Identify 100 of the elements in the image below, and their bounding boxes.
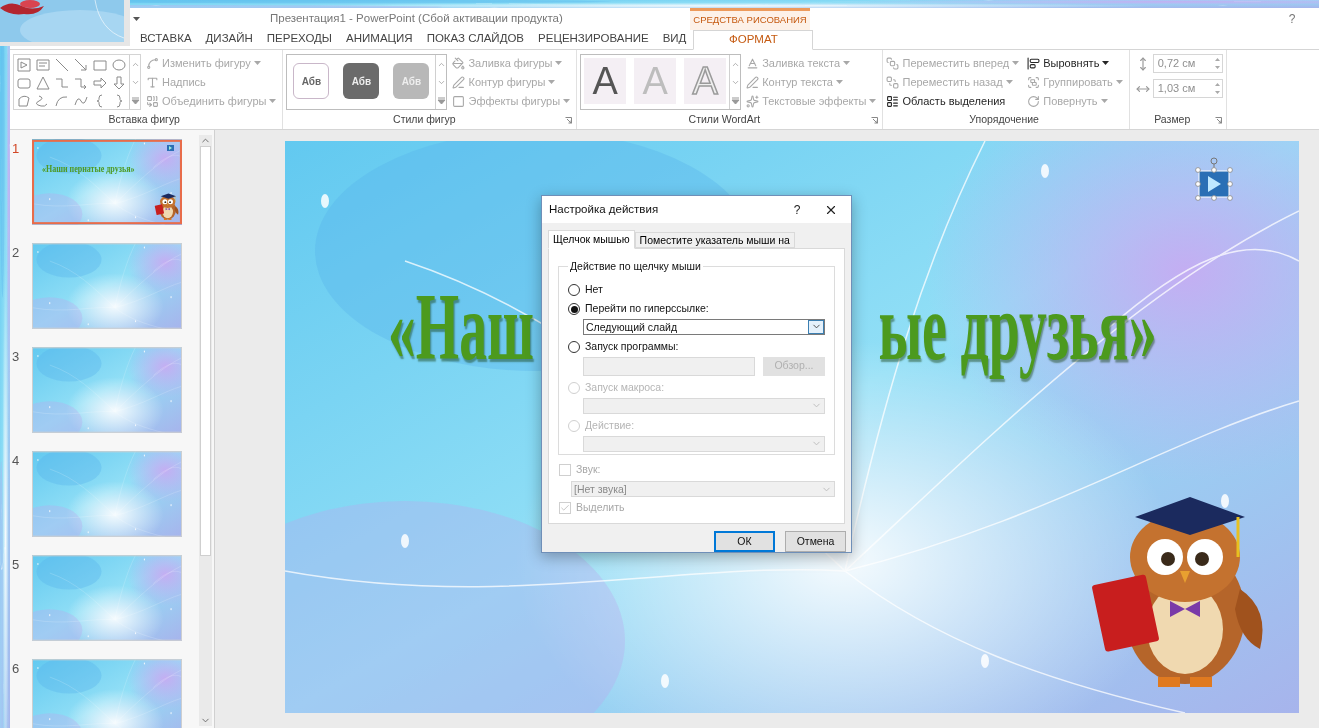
elbow-connector-icon[interactable] [54, 75, 70, 91]
slide-list-item[interactable]: 5 [12, 555, 184, 641]
slide-list-item[interactable]: 3 [12, 347, 184, 433]
caret-icon [843, 61, 851, 65]
help-button[interactable]: ? [783, 200, 811, 219]
play-shape-icon[interactable] [16, 57, 32, 73]
window-title: Презентация1 - PowerPoint (Сбой активации продукта) [270, 11, 563, 27]
spline-icon [146, 56, 159, 70]
group-label: Действие по щелчку мыши [569, 259, 702, 274]
context-tab-label: СРЕДСТВА РИСОВАНИЯ [690, 8, 810, 30]
scrollbar-thumb[interactable] [200, 146, 211, 556]
ribbon-tab[interactable]: ПЕРЕХОДЫ [259, 29, 340, 49]
text-box-icon [146, 75, 159, 89]
caret-icon [548, 80, 556, 84]
paint-bucket-icon [452, 56, 466, 70]
scrollbar[interactable] [199, 135, 212, 726]
caret-icon [1005, 80, 1013, 84]
check-icon [560, 503, 570, 513]
sparkles-icon [746, 94, 760, 108]
radio-label[interactable]: Нет [585, 282, 603, 299]
pencil-icon [746, 75, 760, 89]
ribbon-tab[interactable]: ДИЗАЙН [198, 29, 260, 49]
caret-icon [253, 61, 261, 65]
radio-label[interactable]: Запуск программы: [585, 339, 679, 356]
triangle-icon[interactable] [35, 75, 51, 91]
help-button[interactable]: ? [1277, 10, 1307, 28]
slide-number: 5 [12, 556, 21, 574]
group-label: Вставка фигур [107, 112, 181, 128]
dialog-launcher-icon[interactable] [1214, 116, 1222, 124]
ribbon-tab[interactable]: ПОКАЗ СЛАЙДОВ [419, 29, 532, 49]
list-icon [886, 94, 900, 108]
dialog-button[interactable]: Отмена [785, 531, 846, 552]
slide-number: 3 [12, 348, 21, 366]
caret-icon [1115, 80, 1123, 84]
line-icon[interactable] [54, 57, 70, 73]
wordart-style[interactable]: A [584, 58, 627, 104]
caret-icon [563, 99, 571, 103]
send-backward-icon [886, 75, 900, 89]
slide-number: 6 [12, 660, 21, 678]
slide-list-item[interactable]: 4 [12, 451, 184, 537]
ribbon-command[interactable]: Выровнять [1027, 54, 1123, 72]
caret-icon [869, 99, 877, 103]
dropdown[interactable]: Следующий слайд [583, 318, 825, 335]
rotate-icon [1027, 94, 1041, 108]
caret-icon [835, 80, 843, 84]
square-icon [452, 94, 466, 108]
underlined-letter-icon [746, 56, 760, 70]
freeform-icon[interactable] [16, 93, 32, 109]
group-icon [1027, 75, 1041, 89]
elbow-arrow-icon[interactable] [73, 75, 89, 91]
group-label: Размер [1153, 112, 1192, 128]
radio-button[interactable] [568, 284, 580, 297]
owl-drawing [154, 191, 180, 223]
caret-icon [269, 99, 277, 103]
ribbon-tab[interactable]: РЕЦЕНЗИРОВАНИЕ [531, 29, 656, 49]
dialog-tab[interactable]: Щелчок мышью [548, 230, 635, 249]
radio-button[interactable] [568, 303, 580, 316]
align-icon [1027, 56, 1041, 70]
slide-number: 1 [12, 140, 21, 158]
more-icon[interactable] [436, 95, 446, 105]
combine-icon [146, 94, 159, 108]
rectangle-icon[interactable] [92, 57, 108, 73]
right-arrow-icon[interactable] [92, 75, 108, 91]
down-arrow-icon[interactable] [111, 75, 127, 91]
dialog-tab[interactable]: Поместите указатель мыши на [634, 232, 795, 248]
ribbon-tab[interactable]: ФОРМАТ [693, 30, 814, 50]
group-label: Упорядочение [968, 112, 1040, 128]
dialog-launcher-icon[interactable] [565, 116, 573, 124]
play-button-shape [167, 145, 174, 151]
text-box-icon[interactable] [35, 57, 51, 73]
ribbon-tab[interactable]: ВСТАВКА [133, 29, 199, 49]
slide-list-item[interactable]: 1 «Наши пернатые друзья» [12, 139, 184, 225]
thumbnail-title: «Наши пернатые друзья» [42, 162, 135, 176]
slide-list-item[interactable]: 2 [12, 243, 184, 329]
group-label: Стили фигур [392, 112, 457, 128]
caret-icon [1012, 61, 1020, 65]
dialog-title: Настройка действия [549, 201, 660, 217]
ribbon-tab[interactable]: АНИМАЦИЯ [339, 29, 420, 49]
ribbon-tab[interactable]: ВИД [655, 29, 694, 49]
ribbon-command[interactable]: Область выделения [886, 92, 1020, 110]
bring-forward-icon [886, 56, 900, 70]
caret-icon [133, 17, 140, 21]
caret-icon [1102, 61, 1110, 65]
style-swatch[interactable]: Абв [293, 63, 330, 99]
arc-icon[interactable] [54, 93, 70, 109]
style-swatch[interactable]: Абв [343, 63, 380, 99]
pencil-icon [452, 75, 466, 89]
caret-icon [555, 61, 563, 65]
radio-label[interactable]: Перейти по гиперссылке: [585, 301, 709, 318]
dialog-launcher-icon[interactable] [871, 116, 879, 124]
play-button-shape[interactable] [1195, 157, 1233, 201]
more-icon[interactable] [730, 95, 740, 105]
caret-icon [1100, 99, 1108, 103]
group-label: Стили WordArt [687, 112, 762, 128]
more-icon[interactable] [130, 95, 140, 105]
dialog-button[interactable]: ОК [714, 531, 775, 552]
arrow-icon[interactable] [73, 57, 89, 73]
slide-list-item[interactable]: 6 [12, 659, 184, 728]
slide-number: 2 [12, 244, 21, 262]
radio-button[interactable] [568, 341, 580, 354]
